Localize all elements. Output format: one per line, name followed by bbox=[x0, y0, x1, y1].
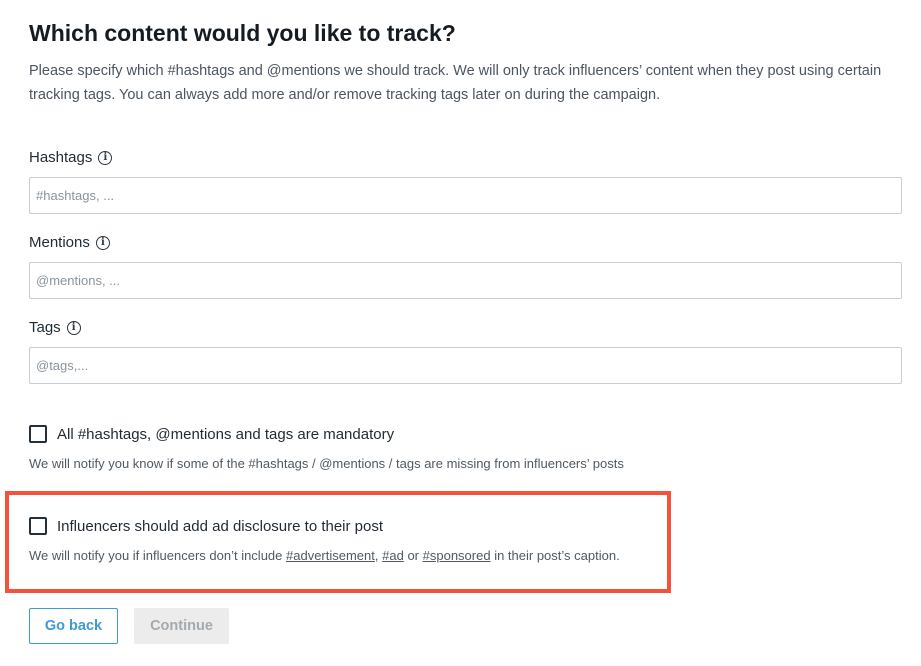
mentions-label-row: Mentions i bbox=[29, 234, 110, 251]
tag-advertisement: #advertisement bbox=[286, 548, 375, 563]
hashtags-label-row: Hashtags i bbox=[29, 149, 113, 166]
info-icon[interactable]: i bbox=[66, 320, 81, 335]
disclosure-checkbox[interactable] bbox=[29, 517, 47, 535]
go-back-button[interactable]: Go back bbox=[29, 608, 118, 644]
tags-label-row: Tags i bbox=[29, 319, 81, 336]
intro-text: Please specify which #hashtags and @ment… bbox=[29, 63, 882, 103]
tags-input[interactable] bbox=[29, 347, 902, 384]
page-title: Which content would you like to track? bbox=[29, 20, 456, 46]
highlight-box bbox=[5, 491, 671, 593]
tag-ad: #ad bbox=[382, 548, 404, 563]
tag-sponsored: #sponsored bbox=[422, 548, 491, 563]
disclosure-help-suffix: in their post’s caption. bbox=[490, 548, 620, 563]
continue-button[interactable]: Continue bbox=[134, 608, 229, 644]
disclosure-label: Influencers should add ad disclosure to … bbox=[57, 517, 384, 535]
hashtags-input[interactable] bbox=[29, 177, 902, 214]
tags-label: Tags bbox=[29, 319, 61, 336]
disclosure-help-prefix: We will notify you if influencers don’t … bbox=[29, 548, 286, 563]
separator: or bbox=[403, 548, 423, 563]
mandatory-checkbox[interactable] bbox=[29, 425, 47, 443]
mentions-input[interactable] bbox=[29, 262, 902, 299]
disclosure-option[interactable]: Influencers should add ad disclosure to … bbox=[29, 517, 383, 535]
mentions-label: Mentions bbox=[29, 234, 90, 251]
hashtags-label: Hashtags bbox=[29, 149, 93, 166]
mandatory-label: All #hashtags, @mentions and tags are ma… bbox=[57, 425, 395, 443]
mandatory-help-text: We will notify you know if some of the #… bbox=[29, 456, 624, 471]
info-icon[interactable]: i bbox=[98, 150, 113, 165]
info-icon[interactable]: i bbox=[95, 235, 110, 250]
mandatory-option[interactable]: All #hashtags, @mentions and tags are ma… bbox=[29, 425, 394, 443]
disclosure-help-text: We will notify you if influencers don’t … bbox=[29, 548, 620, 563]
